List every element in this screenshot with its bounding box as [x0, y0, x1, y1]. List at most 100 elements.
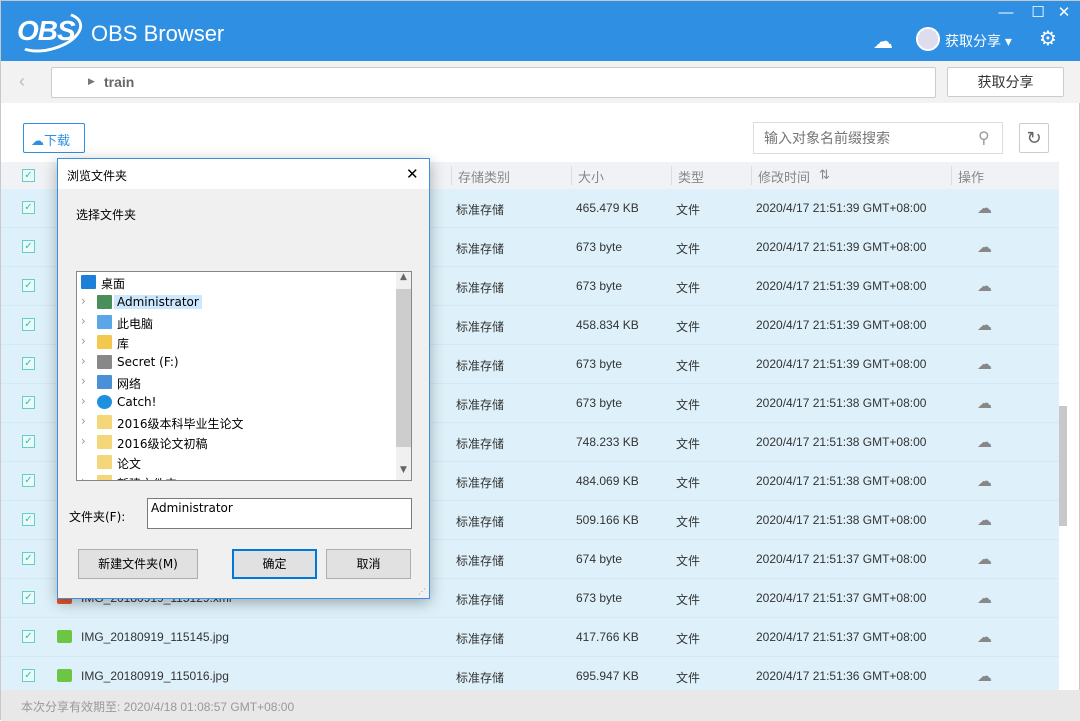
file-size: 458.834 KB [576, 318, 639, 332]
tree-item[interactable]: › 网络 [77, 372, 397, 392]
row-checkbox[interactable]: ✓ [22, 240, 35, 253]
row-checkbox[interactable]: ✓ [22, 201, 35, 214]
expand-chevron-icon[interactable]: › [81, 354, 86, 368]
file-type: 文件 [676, 515, 701, 529]
download-icon[interactable]: ☁ [977, 238, 992, 256]
search-input[interactable] [753, 122, 1003, 154]
cancel-button[interactable]: 取消 [326, 549, 411, 579]
download-icon[interactable]: ☁ [977, 667, 992, 685]
row-checkbox[interactable]: ✓ [22, 474, 35, 487]
logo: OBS [17, 15, 76, 46]
storage-class: 标准存储 [456, 320, 505, 334]
download-label: 下载 [44, 133, 71, 148]
expand-chevron-icon[interactable]: › [81, 314, 86, 328]
download-icon[interactable]: ☁ [977, 589, 992, 607]
col-storage[interactable]: 存储类别 [458, 167, 510, 186]
user-menu-label: 获取分享 [945, 33, 1001, 49]
tree-item[interactable]: › 2016级论文初稿 [77, 432, 397, 452]
download-icon[interactable]: ☁ [977, 628, 992, 646]
close-button[interactable]: ✕ [1054, 5, 1074, 21]
tree-item[interactable]: › Administrator [77, 292, 397, 312]
download-icon[interactable]: ☁ [977, 433, 992, 451]
row-checkbox[interactable]: ✓ [22, 630, 35, 643]
expand-chevron-icon[interactable]: › [81, 414, 86, 428]
file-name[interactable]: IMG_20180919_115145.jpg [81, 630, 229, 644]
tree-item[interactable]: › Secret (F:) [77, 352, 397, 372]
search-icon[interactable]: ⚲ [978, 128, 990, 148]
resize-grip[interactable]: ⋰ [418, 587, 426, 596]
modified-time: 2020/4/17 21:51:39 GMT+08:00 [756, 357, 927, 371]
row-checkbox[interactable]: ✓ [22, 435, 35, 448]
cloud-download-icon: ☁ [31, 133, 44, 148]
row-checkbox[interactable]: ✓ [22, 396, 35, 409]
modified-time: 2020/4/17 21:51:38 GMT+08:00 [756, 435, 927, 449]
refresh-button[interactable]: ↻ [1019, 123, 1049, 153]
file-name[interactable]: IMG_20180919_115016.jpg [81, 669, 229, 683]
storage-class: 标准存储 [456, 203, 505, 217]
tree-item[interactable]: › 此电脑 [77, 312, 397, 332]
maximize-button[interactable]: ☐ [1028, 5, 1048, 21]
library-icon [97, 335, 112, 349]
expand-chevron-icon[interactable]: › [81, 294, 86, 308]
dialog-close-icon[interactable]: ✕ [406, 165, 419, 183]
avatar[interactable] [916, 27, 940, 51]
folder-tree[interactable]: 桌面 › Administrator › 此电脑 › 库 › Secret (F:) › 网络 › Ca… [76, 271, 412, 481]
tree-item[interactable]: › 库 [77, 332, 397, 352]
download-icon[interactable]: ☁ [977, 472, 992, 490]
download-icon[interactable]: ☁ [977, 316, 992, 334]
tree-item[interactable]: 桌面 [77, 272, 397, 292]
download-icon[interactable]: ☁ [977, 355, 992, 373]
download-icon[interactable]: ☁ [977, 550, 992, 568]
expand-chevron-icon[interactable]: › [81, 474, 86, 480]
sort-icon[interactable]: ⇅ [819, 167, 830, 183]
table-row[interactable]: ✓ IMG_20180919_115145.jpg 标准存储 417.766 KB 文件… [1, 618, 1059, 657]
tree-item[interactable]: › 新建文件夹 [77, 472, 397, 480]
download-icon[interactable]: ☁ [977, 394, 992, 412]
title-bar: OBS OBS Browser — ☐ ✕ ☁ 获取分享 ▾ ⚙ [1, 1, 1080, 61]
scrollbar[interactable] [1059, 189, 1067, 690]
file-size: 465.479 KB [576, 201, 639, 215]
file-size: 695.947 KB [576, 669, 639, 683]
row-checkbox[interactable]: ✓ [22, 552, 35, 565]
breadcrumb-item[interactable]: train [104, 74, 134, 90]
download-icon[interactable]: ☁ [977, 199, 992, 217]
breadcrumb[interactable]: ▶ train [51, 67, 936, 98]
row-checkbox[interactable]: ✓ [22, 357, 35, 370]
expand-chevron-icon[interactable]: › [81, 394, 86, 408]
minimize-button[interactable]: — [996, 5, 1016, 21]
get-share-button[interactable]: 获取分享 [947, 67, 1064, 97]
expand-chevron-icon[interactable]: › [81, 374, 86, 388]
col-modified[interactable]: 修改时间 [758, 167, 810, 186]
col-type[interactable]: 类型 [678, 167, 704, 186]
tree-scrollbar[interactable]: ▲ ▼ [396, 272, 411, 480]
tree-item-label: 此电脑 [117, 317, 154, 331]
new-folder-button[interactable]: 新建文件夹(M) [78, 549, 198, 579]
col-size[interactable]: 大小 [578, 167, 604, 186]
row-checkbox[interactable]: ✓ [22, 318, 35, 331]
settings-gear-icon[interactable]: ⚙ [1039, 26, 1057, 51]
modified-time: 2020/4/17 21:51:39 GMT+08:00 [756, 240, 927, 254]
ok-button[interactable]: 确定 [232, 549, 317, 579]
modified-time: 2020/4/17 21:51:39 GMT+08:00 [756, 201, 927, 215]
expand-chevron-icon[interactable]: › [81, 334, 86, 348]
download-button[interactable]: ☁下载 [23, 123, 85, 153]
row-checkbox[interactable]: ✓ [22, 669, 35, 682]
user-menu[interactable]: 获取分享 ▾ [945, 31, 1012, 51]
tree-item[interactable]: › 2016级本科毕业生论文 [77, 412, 397, 432]
file-size: 673 byte [576, 357, 623, 371]
cloud-transfer-icon[interactable]: ☁ [873, 29, 893, 54]
download-icon[interactable]: ☁ [977, 277, 992, 295]
expand-chevron-icon[interactable]: › [81, 434, 86, 448]
select-all-checkbox[interactable]: ✓ [22, 169, 35, 182]
tree-item[interactable]: › Catch! [77, 392, 397, 412]
tree-item[interactable]: 论文 [77, 452, 397, 472]
dialog-title-bar: 浏览文件夹 ✕ [58, 159, 429, 189]
file-type: 文件 [676, 593, 701, 607]
back-button[interactable]: ‹ [19, 71, 25, 92]
download-icon[interactable]: ☁ [977, 511, 992, 529]
row-checkbox[interactable]: ✓ [22, 279, 35, 292]
row-checkbox[interactable]: ✓ [22, 591, 35, 604]
file-size: 673 byte [576, 279, 623, 293]
folder-input[interactable] [147, 498, 412, 529]
row-checkbox[interactable]: ✓ [22, 513, 35, 526]
